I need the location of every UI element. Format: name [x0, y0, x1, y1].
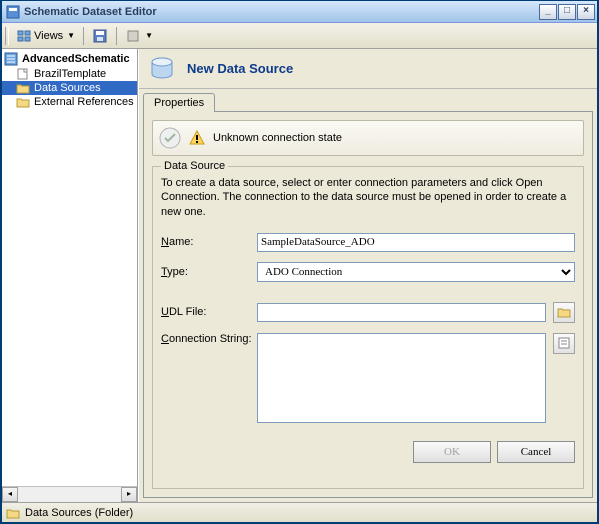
row-name: Name:	[161, 233, 575, 252]
row-udl: UDL File:	[161, 302, 575, 323]
tree-item-label: External References	[34, 96, 134, 108]
tree-root-label: AdvancedSchematic	[22, 53, 130, 65]
window-statusbar: Data Sources (Folder)	[2, 502, 597, 522]
sidebar: AdvancedSchematic BrazilTemplate Data So…	[2, 49, 138, 502]
button-row: OK Cancel	[161, 441, 575, 463]
name-input[interactable]	[257, 233, 575, 252]
type-label: Type:	[161, 266, 253, 278]
close-button[interactable]: ×	[577, 4, 595, 20]
scroll-track[interactable]	[18, 487, 121, 502]
views-menu[interactable]: Views ▼	[12, 26, 80, 46]
toolbar: Views ▼ ▼	[2, 23, 597, 49]
tree-item-datasources[interactable]: Data Sources	[2, 81, 137, 95]
row-connection-string: Connection String:	[161, 333, 575, 423]
scroll-left-button[interactable]: ◂	[2, 487, 18, 502]
toolbar-grip	[5, 27, 9, 45]
window-title: Schematic Dataset Editor	[24, 6, 538, 18]
warning-icon	[189, 130, 205, 146]
titlebar: Schematic Dataset Editor _ □ ×	[2, 1, 597, 23]
tree-root[interactable]: AdvancedSchematic	[2, 51, 137, 67]
name-label: Name:	[161, 236, 253, 248]
type-select[interactable]: ADO Connection	[257, 262, 575, 282]
app-window: Schematic Dataset Editor _ □ × Views ▼ ▼…	[0, 0, 599, 524]
fieldset-legend: Data Source	[161, 160, 228, 172]
datasource-fieldset: Data Source To create a data source, sel…	[152, 166, 584, 489]
chevron-down-icon: ▼	[67, 31, 75, 40]
instruction-text: To create a data source, select or enter…	[161, 176, 575, 219]
connection-string-label: Connection String:	[161, 333, 253, 345]
browse-udl-button[interactable]	[553, 302, 575, 323]
ok-button[interactable]: OK	[413, 441, 491, 463]
chevron-down-icon: ▼	[145, 31, 153, 40]
folder-icon	[6, 507, 20, 519]
views-label: Views	[34, 30, 63, 42]
tab-panel: Unknown connection state Data Source To …	[143, 111, 593, 498]
tree-view[interactable]: AdvancedSchematic BrazilTemplate Data So…	[2, 49, 137, 486]
views-icon	[17, 29, 31, 43]
tree-item-template[interactable]: BrazilTemplate	[2, 67, 137, 81]
app-icon	[6, 5, 20, 19]
check-disc-icon	[159, 127, 181, 149]
connection-string-input[interactable]	[257, 333, 546, 423]
save-button[interactable]	[87, 26, 113, 46]
cancel-button[interactable]: Cancel	[497, 441, 575, 463]
tab-properties[interactable]: Properties	[143, 93, 215, 112]
toolbar-action-button[interactable]: ▼	[120, 26, 158, 46]
maximize-button[interactable]: □	[558, 4, 576, 20]
scroll-right-button[interactable]: ▸	[121, 487, 137, 502]
udl-label: UDL File:	[161, 306, 253, 318]
generic-icon	[125, 28, 141, 44]
properties-icon	[557, 336, 571, 350]
sidebar-h-scrollbar[interactable]: ◂ ▸	[2, 486, 137, 502]
connection-builder-button[interactable]	[553, 333, 575, 354]
tree-item-label: BrazilTemplate	[34, 68, 106, 80]
content-panel: New Data Source Properties Unknown conne…	[138, 49, 597, 502]
document-icon	[16, 68, 30, 80]
page-title: New Data Source	[187, 61, 293, 76]
toolbar-separator	[83, 27, 84, 45]
datasource-icon	[147, 54, 177, 84]
row-type: Type: ADO Connection	[161, 262, 575, 282]
tree-item-label: Data Sources	[34, 82, 101, 94]
content-header: New Data Source	[139, 49, 597, 89]
status-text: Unknown connection state	[213, 132, 342, 144]
udl-input[interactable]	[257, 303, 546, 322]
disk-icon	[92, 28, 108, 44]
statusbar-text: Data Sources (Folder)	[25, 507, 133, 519]
connection-status: Unknown connection state	[152, 120, 584, 156]
minimize-button[interactable]: _	[539, 4, 557, 20]
tab-strip: Properties	[139, 89, 597, 111]
folder-open-icon	[557, 306, 571, 318]
body: AdvancedSchematic BrazilTemplate Data So…	[2, 49, 597, 502]
folder-open-icon	[16, 82, 30, 94]
folder-icon	[16, 96, 30, 108]
schematic-icon	[4, 52, 18, 66]
toolbar-separator	[116, 27, 117, 45]
tree-item-extref[interactable]: External References	[2, 95, 137, 109]
